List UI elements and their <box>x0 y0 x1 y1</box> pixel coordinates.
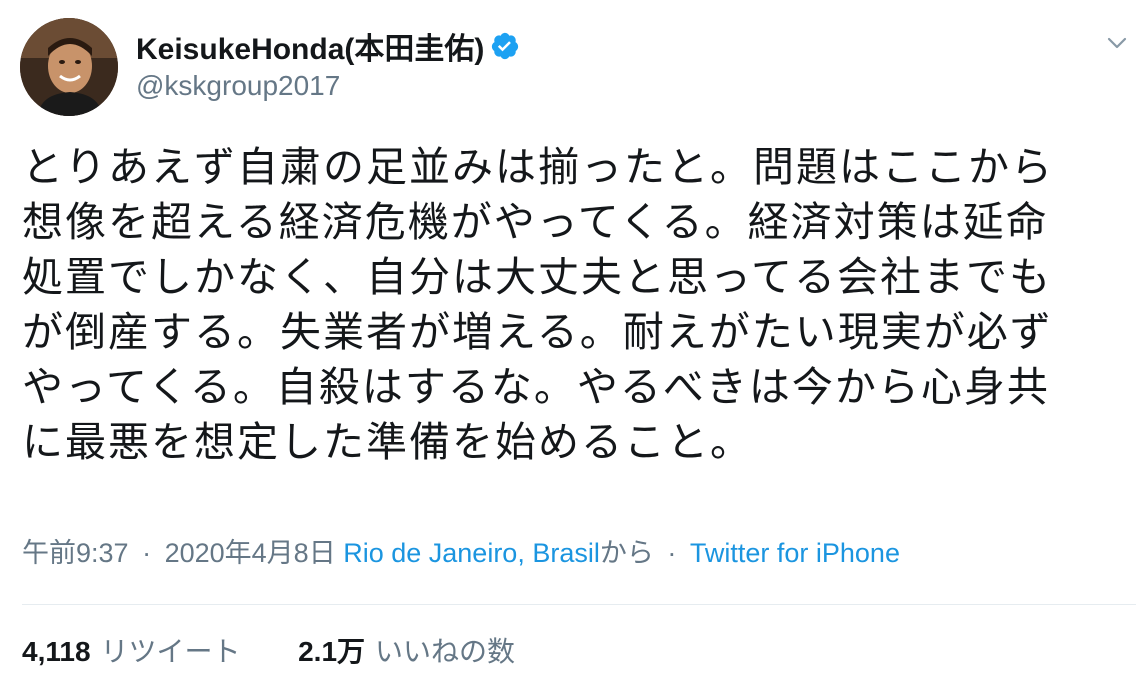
like-count: 2.1万 <box>298 636 366 667</box>
retweet-label: リツイート <box>100 636 241 667</box>
like-label: いいねの数 <box>375 636 516 667</box>
location-suffix: から <box>599 538 654 568</box>
tweet-text-line: とりあえず自粛の足並みは揃ったと。問題はここから <box>22 143 1054 191</box>
tweet-text: とりあえず自粛の足並みは揃ったと。問題はここから 想像を超える経済危機がやってく… <box>22 140 1122 470</box>
tweet-source-link[interactable]: Twitter for iPhone <box>690 538 900 568</box>
tweet-time[interactable]: 午前9:37 <box>22 538 129 568</box>
tweet-metadata: 午前9:37 · 2020年4月8日 Rio de Janeiro, Brasi… <box>22 533 900 573</box>
tweet-stats: 4,118 リツイート 2.1万 いいねの数 <box>22 632 515 672</box>
user-handle[interactable]: @kskgroup2017 <box>136 70 1036 102</box>
tweet-card: KeisukeHonda(本田圭佑) @kskgroup2017 とりあえず自粛… <box>0 0 1136 694</box>
avatar-image <box>20 18 118 116</box>
tweet-text-line: 想像を超える経済危機がやってくる。経済対策は延命 <box>22 198 1049 246</box>
tweet-text-line: に最悪を想定した準備を始めること。 <box>22 418 753 466</box>
divider <box>22 604 1136 605</box>
like-stat[interactable]: 2.1万 いいねの数 <box>298 636 515 667</box>
tweet-text-line: 処置でしかなく、自分は大丈夫と思ってる会社までも <box>22 253 1052 301</box>
meta-separator: · <box>142 538 152 568</box>
name-row: KeisukeHonda(本田圭佑) <box>136 26 1036 66</box>
retweet-stat[interactable]: 4,118 リツイート <box>22 636 248 667</box>
display-name[interactable]: KeisukeHonda(本田圭佑) <box>136 24 484 68</box>
tweet-text-line: やってくる。自殺はするな。やるべきは今から心身共 <box>22 363 1050 411</box>
retweet-count: 4,118 <box>22 636 91 667</box>
chevron-down-icon[interactable] <box>1102 28 1132 58</box>
tweet-date[interactable]: 2020年4月8日 <box>165 538 336 568</box>
avatar[interactable] <box>20 18 118 116</box>
tweet-text-line: が倒産する。失業者が増える。耐えがたい現実が必ず <box>22 308 1053 356</box>
tweet-location-link[interactable]: Rio de Janeiro, Brasil <box>343 538 600 568</box>
meta-separator: · <box>667 538 677 568</box>
verified-badge-icon <box>490 31 520 61</box>
tweet-author: KeisukeHonda(本田圭佑) @kskgroup2017 <box>136 26 1036 116</box>
